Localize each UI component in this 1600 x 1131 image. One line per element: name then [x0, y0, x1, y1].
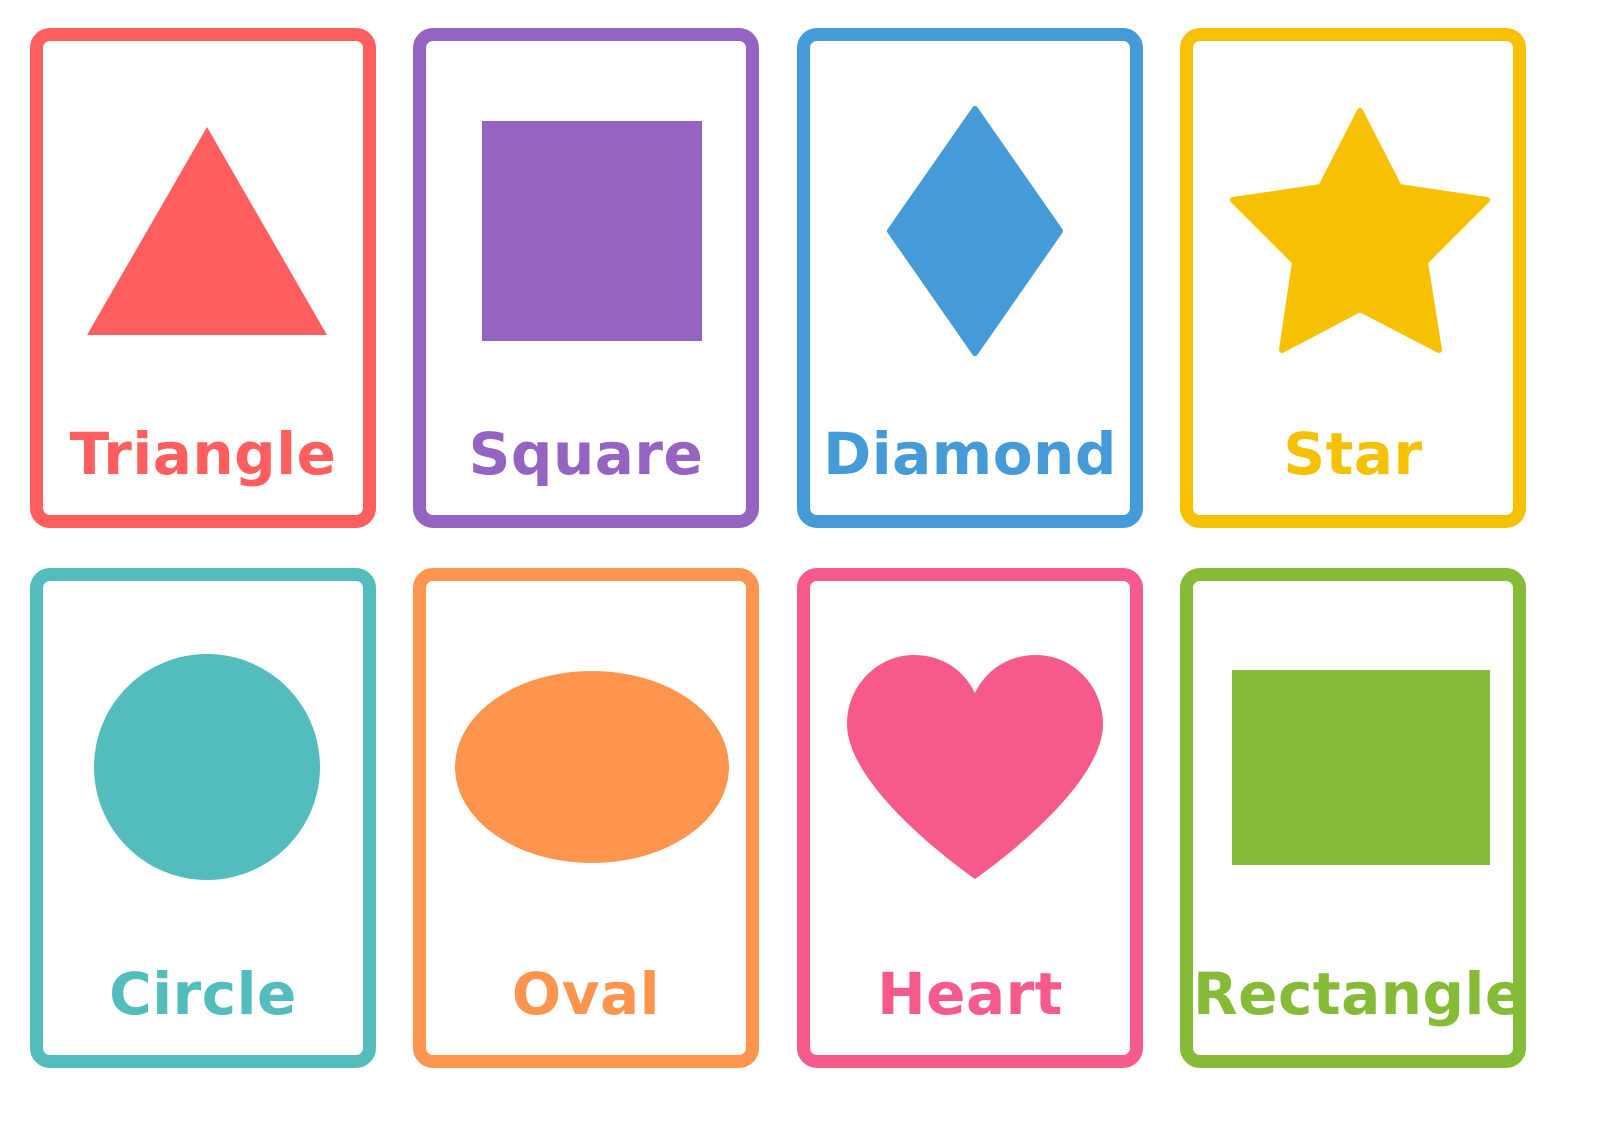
card-label: Square [468, 420, 704, 488]
oval-shape [455, 671, 729, 863]
heart-shape [847, 655, 1103, 879]
square-shape [482, 121, 702, 341]
triangle-shape [87, 127, 327, 335]
card-label: Star [1283, 420, 1423, 488]
star-shape [1230, 108, 1490, 353]
card-label: Oval [511, 960, 661, 1028]
card-face: Oval [426, 581, 746, 1055]
card-face: Square [426, 41, 746, 515]
card-label: Circle [109, 960, 297, 1028]
rectangle-shape [1232, 670, 1490, 865]
card-face: Rectangle [1193, 581, 1525, 1055]
flashcard-rectangle: Rectangle [1180, 568, 1526, 1068]
flashcard-heart: Heart [797, 568, 1143, 1068]
card-face: Heart [810, 581, 1130, 1055]
circle-shape [94, 654, 320, 880]
flashcard-oval: Oval [413, 568, 759, 1068]
flashcard-triangle: Triangle [30, 28, 376, 528]
flashcard-square: Square [413, 28, 759, 528]
card-label: Heart [877, 960, 1063, 1028]
diamond-shape [887, 106, 1063, 356]
card-face: Circle [43, 581, 363, 1055]
card-label: Triangle [69, 420, 337, 488]
card-face: Triangle [43, 41, 363, 515]
card-label: Diamond [823, 420, 1117, 488]
card-face: Star [1193, 41, 1513, 515]
flashcard-diamond: Diamond [797, 28, 1143, 528]
flashcard-circle: Circle [30, 568, 376, 1068]
card-face: Diamond [810, 41, 1130, 515]
flashcard-sheet: Triangle Square Diamond Star Circle Oval… [0, 0, 1600, 1131]
card-label: Rectangle [1193, 960, 1525, 1028]
flashcard-star: Star [1180, 28, 1526, 528]
